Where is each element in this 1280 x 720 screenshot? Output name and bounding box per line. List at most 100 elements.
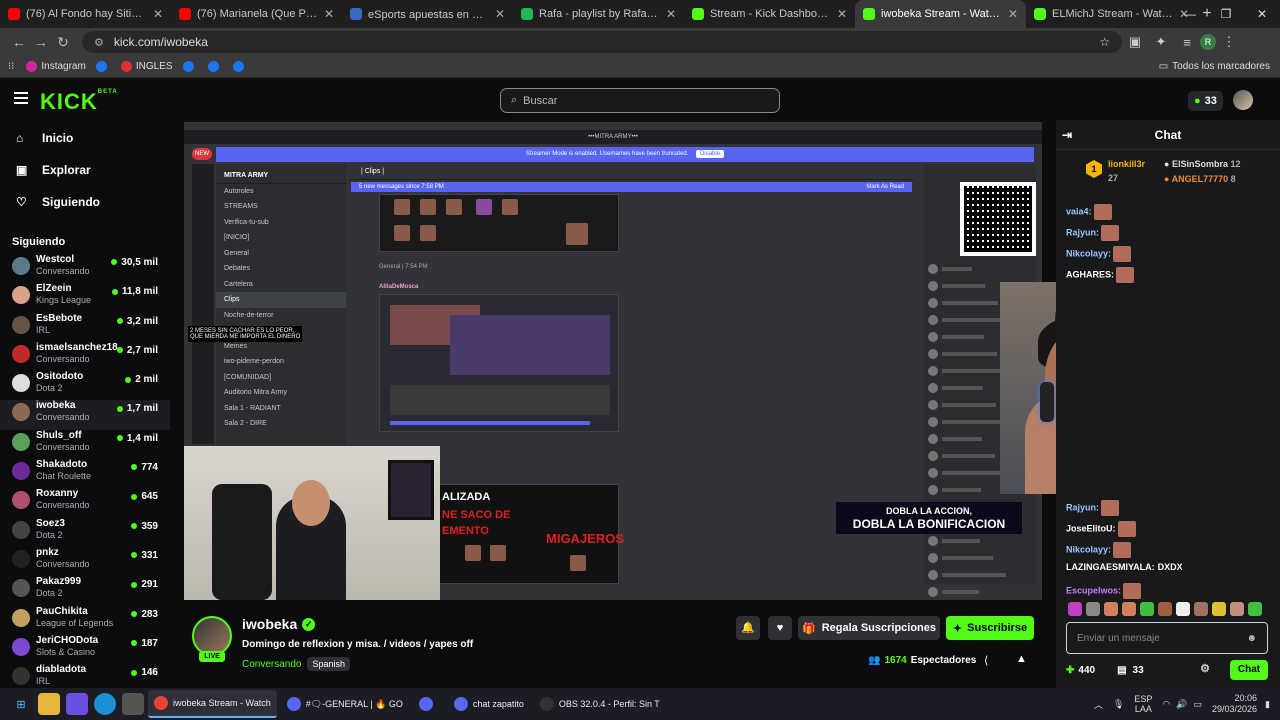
store-icon[interactable]: ▤ xyxy=(1117,665,1126,676)
bookmark-star-icon[interactable]: ☆ xyxy=(1099,35,1110,49)
followed-channel[interactable]: iwobeka Conversando 1,7 mil xyxy=(0,400,170,430)
language-tag[interactable]: Spanish xyxy=(307,657,351,671)
close-tab-icon[interactable]: ✕ xyxy=(1008,7,1018,21)
profile-avatar[interactable]: R xyxy=(1200,34,1216,50)
browser-tab[interactable]: Rafa - playlist by RafaeLxared | ✕ xyxy=(513,0,684,28)
browser-tab[interactable]: Stream - Kick Dashboard ✕ xyxy=(684,0,855,28)
volume-icon[interactable]: 🔊 xyxy=(1176,699,1187,710)
back-icon[interactable]: ← xyxy=(8,34,30,50)
extensions-icon[interactable]: ✦ xyxy=(1148,34,1174,50)
url-input[interactable]: ⚙ kick.com/iwobeka ☆ xyxy=(82,31,1122,53)
site-info-icon[interactable]: ⚙ xyxy=(94,36,104,49)
category-link[interactable]: Conversando xyxy=(242,659,301,670)
file-explorer-icon[interactable] xyxy=(38,693,60,715)
mic-icon[interactable]: 🎙 xyxy=(1113,699,1124,710)
chat-settings-icon[interactable]: ⚙ xyxy=(1200,662,1210,675)
chat-username[interactable]: AGHARES: xyxy=(1066,269,1114,279)
close-tab-icon[interactable]: ✕ xyxy=(153,7,163,21)
leader-3[interactable]: ● ANGEL77770 8 xyxy=(1164,174,1236,184)
show-hidden-icons[interactable]: ︿ xyxy=(1094,698,1103,711)
taskbar-app[interactable] xyxy=(413,690,444,718)
nav-explorar[interactable]: ▣ Explorar xyxy=(0,154,170,186)
wifi-icon[interactable]: ◠ xyxy=(1162,699,1170,710)
clock[interactable]: 20:06 29/03/2026 xyxy=(1212,693,1257,715)
screenshot-icon[interactable]: ▣ xyxy=(1122,34,1148,50)
chat-username[interactable]: Escupelwos: xyxy=(1066,585,1121,595)
followed-channel[interactable]: PauChikita League of Legends 283 xyxy=(0,606,170,635)
channel-points-icon[interactable]: ✚ xyxy=(1066,665,1074,676)
collapse-chat-icon[interactable]: ⇥ xyxy=(1062,120,1072,150)
edge-icon[interactable] xyxy=(94,693,116,715)
media-control-icon[interactable]: ≡ xyxy=(1174,35,1200,50)
close-tab-icon[interactable]: ✕ xyxy=(666,7,676,21)
windows-start-icon[interactable]: ⊞ xyxy=(10,693,32,715)
browser-tab[interactable]: (76) Al Fondo hay Sitio 8: Ferna ✕ xyxy=(0,0,171,28)
minimize-icon[interactable]: — xyxy=(1172,0,1208,28)
close-window-icon[interactable]: ✕ xyxy=(1244,0,1280,28)
bookmark-item[interactable] xyxy=(95,61,111,72)
followed-channel[interactable]: Shakadoto Chat Roulette 774 xyxy=(0,459,170,488)
hamburger-menu-icon[interactable] xyxy=(14,92,28,104)
taskbar-app[interactable]: #🗨-GENERAL | 🔥 GO xyxy=(281,690,409,718)
chat-username[interactable]: LAZINGAESMIYALA: xyxy=(1066,562,1155,572)
user-avatar[interactable] xyxy=(1233,90,1253,110)
gift-subscriptions-button[interactable]: 🎁 Regala Suscripciones xyxy=(798,616,940,640)
followed-channel[interactable]: Shuls_off Conversando 1,4 mil xyxy=(0,430,170,459)
chat-username[interactable]: vaia4: xyxy=(1066,206,1092,216)
search-input[interactable]: ⌕ Buscar xyxy=(500,88,780,113)
copilot-icon[interactable] xyxy=(66,693,88,715)
followed-channel[interactable]: Soez3 Dota 2 359 xyxy=(0,518,170,547)
bookmark-item[interactable]: Instagram xyxy=(26,61,86,72)
channel-avatar[interactable] xyxy=(192,616,232,656)
channel-name[interactable]: iwobeka ✓ xyxy=(242,616,316,632)
forward-icon[interactable]: → xyxy=(30,34,52,50)
taskbar-app[interactable]: OBS 32.0.4 - Perfil: Sin T xyxy=(534,690,666,718)
send-chat-button[interactable]: Chat xyxy=(1230,660,1268,680)
all-bookmarks[interactable]: ▭ Todos los marcadores xyxy=(1159,61,1270,72)
followed-channel[interactable]: JeriCHODota Slots & Casino 187 xyxy=(0,635,170,664)
emoji-picker-icon[interactable]: ☻ xyxy=(1246,633,1257,644)
followed-channel[interactable]: Pakaz999 Dota 2 291 xyxy=(0,576,170,605)
bookmark-item[interactable] xyxy=(232,61,248,72)
chat-username[interactable]: JoseElitoU: xyxy=(1066,523,1116,533)
followed-channel[interactable]: ismaelsanchez18 Conversando 2,7 mil xyxy=(0,342,170,371)
share-icon[interactable]: ⟨ xyxy=(984,654,988,667)
followed-channel[interactable]: Westcol Conversando 30,5 mil xyxy=(0,254,170,283)
bookmark-item[interactable]: INGLES xyxy=(120,61,173,72)
close-tab-icon[interactable]: ✕ xyxy=(837,7,847,21)
taskbar-app[interactable]: chat zapatito xyxy=(448,690,530,718)
followed-channel[interactable]: Ositodoto Dota 2 2 mil xyxy=(0,371,170,400)
close-tab-icon[interactable]: ✕ xyxy=(324,7,334,21)
notifications-icon[interactable]: ▮ xyxy=(1265,699,1270,710)
browser-tab[interactable]: eSports apuestas en directo ▶ ✕ xyxy=(342,0,513,28)
bookmark-item[interactable] xyxy=(207,61,223,72)
kick-coins[interactable]: ● 33 xyxy=(1188,91,1223,111)
chat-username[interactable]: Rajyun: xyxy=(1066,502,1099,512)
kick-logo[interactable]: KICKBETA xyxy=(40,89,118,115)
menu-icon[interactable]: ⋮ xyxy=(1216,34,1242,50)
followed-channel[interactable]: ElZeein Kings League 11,8 mil xyxy=(0,283,170,312)
maximize-icon[interactable]: ❐ xyxy=(1208,0,1244,28)
chat-username[interactable]: Nikcolayy: xyxy=(1066,248,1111,258)
followed-channel[interactable]: Roxanny Conversando 645 xyxy=(0,488,170,517)
chat-username[interactable]: Nikcolayy: xyxy=(1066,544,1111,554)
video-player[interactable]: •••MITRA ARMY••• NEW Streamer Mode is en… xyxy=(184,122,1042,600)
leader-1-name[interactable]: lionkill3r xyxy=(1108,159,1145,169)
browser-tab[interactable]: iwobeka Stream - Watch Li ✕ xyxy=(855,0,1026,28)
subscribe-button[interactable]: ✦ Suscribirse xyxy=(946,616,1034,640)
nav-siguiendo[interactable]: ♡ Siguiendo xyxy=(0,186,170,218)
report-icon[interactable]: ▲ xyxy=(1016,653,1027,665)
notification-bell-icon[interactable]: 🔔 xyxy=(736,616,760,640)
follow-heart-icon[interactable]: ♥ xyxy=(768,616,792,640)
apps-icon[interactable]: ⁝⁝ xyxy=(8,61,14,72)
leader-2[interactable]: ● ElSinSombra 12 xyxy=(1164,159,1240,169)
store-app-icon[interactable] xyxy=(122,693,144,715)
followed-channel[interactable]: pnkz Conversando 331 xyxy=(0,547,170,576)
chat-username[interactable]: Rajyun: xyxy=(1066,227,1099,237)
battery-icon[interactable]: ▭ xyxy=(1193,699,1202,710)
bookmark-item[interactable] xyxy=(182,61,198,72)
close-tab-icon[interactable]: ✕ xyxy=(495,7,505,21)
chat-message-input[interactable]: Enviar un mensaje ☻ xyxy=(1066,622,1268,654)
reload-icon[interactable]: ↻ xyxy=(52,34,74,51)
followed-channel[interactable]: EsBebote IRL 3,2 mil xyxy=(0,313,170,342)
